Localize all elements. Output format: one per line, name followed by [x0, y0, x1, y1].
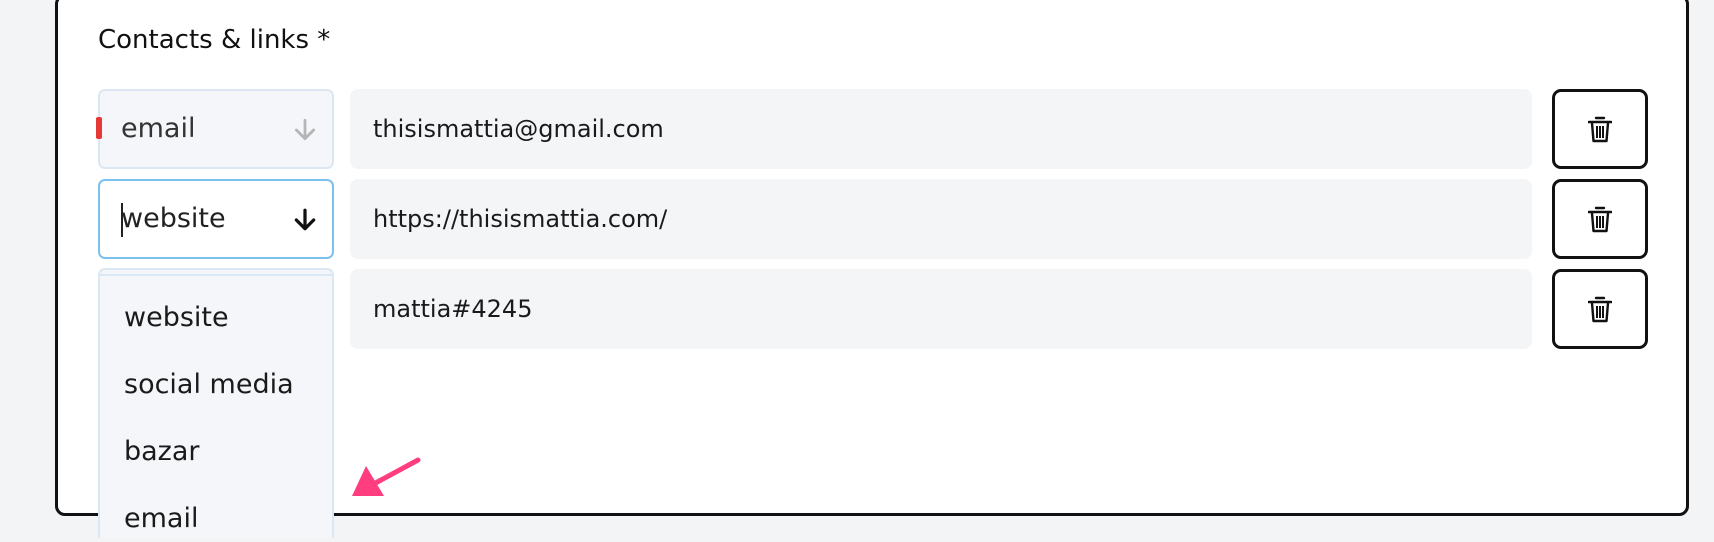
dropdown-divider [100, 274, 332, 276]
section-title: Contacts & links * [98, 25, 331, 55]
dropdown-option-website[interactable]: website [124, 298, 229, 338]
contact-type-select-website[interactable]: website [98, 179, 334, 259]
error-icon [96, 117, 102, 139]
delete-button[interactable] [1552, 269, 1648, 349]
dropdown-option-email[interactable]: email [124, 499, 198, 538]
contact-type-value: email [121, 113, 196, 144]
contact-type-value: website [121, 203, 226, 234]
contact-value-text: https://thisismattia.com/ [373, 205, 668, 233]
contact-value-input-website[interactable]: https://thisismattia.com/ [350, 179, 1532, 259]
delete-button[interactable] [1552, 179, 1648, 259]
trash-icon [1588, 206, 1612, 233]
pointer-arrow-icon [352, 457, 421, 496]
contact-value-text: thisismattia@gmail.com [373, 115, 664, 143]
dropdown-option-social-media[interactable]: social media [124, 365, 294, 405]
arrow-down-icon [294, 118, 316, 141]
contact-value-text: mattia#4245 [373, 295, 533, 323]
contact-value-input-email[interactable]: thisismattia@gmail.com [350, 89, 1532, 169]
contact-value-input-social[interactable]: mattia#4245 [350, 269, 1532, 349]
trash-icon [1588, 296, 1612, 323]
dropdown-option-bazar[interactable]: bazar [124, 432, 200, 472]
contact-type-select-email[interactable]: email [98, 89, 334, 169]
delete-button[interactable] [1552, 89, 1648, 169]
trash-icon [1588, 116, 1612, 143]
arrow-down-icon [294, 208, 316, 231]
contact-type-dropdown[interactable]: website social media bazar email [98, 268, 334, 538]
